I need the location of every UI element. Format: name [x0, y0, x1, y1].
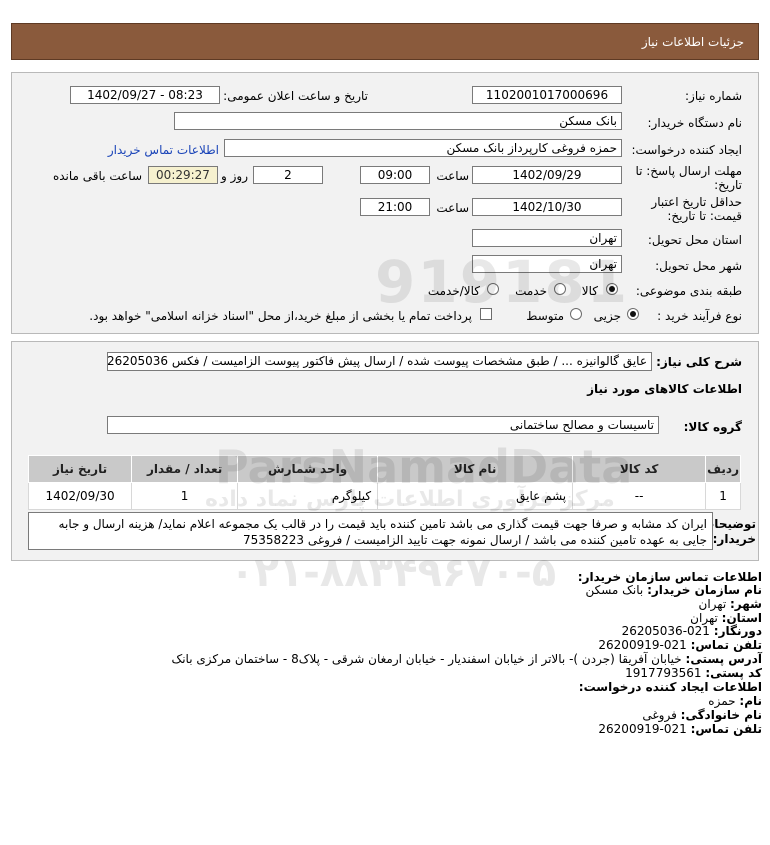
- page-title: جزئیات اطلاعات نیاز: [641, 35, 744, 49]
- buyer-org-field[interactable]: بانک مسکن: [174, 112, 622, 130]
- buyer-notes-label-2: خریدار:: [712, 532, 756, 546]
- treasury-payment-note: پرداخت تمام یا بخشی از مبلغ خرید،از محل …: [89, 309, 472, 323]
- process-medium-radio[interactable]: [570, 308, 582, 320]
- col-quantity: تعداد / مقدار: [131, 455, 239, 483]
- category-both-label: کالا/خدمت: [427, 284, 480, 298]
- category-service-radio[interactable]: [554, 283, 566, 295]
- announce-label: تاریخ و ساعت اعلان عمومی:: [223, 89, 368, 103]
- need-number-label: شماره نیاز:: [685, 89, 742, 103]
- col-goods-name: نام کالا: [377, 455, 574, 483]
- creator-heading: اطلاعات ایجاد کننده درخواست:: [578, 680, 762, 694]
- deadline-time-field[interactable]: 09:00: [360, 166, 430, 184]
- cell-goods-name: پشم عایق: [377, 482, 574, 510]
- contact-phone: تلفن تماس: 021-26200919: [598, 638, 762, 652]
- remaining-timer: 00:29:27: [148, 166, 218, 184]
- category-both-radio[interactable]: [487, 283, 499, 295]
- remaining-label: ساعت باقی مانده: [52, 169, 142, 183]
- goods-info-heading: اطلاعات کالاهای مورد نیاز: [587, 382, 742, 396]
- creator-phone: تلفن تماس: 021-26200919: [598, 722, 762, 736]
- process-medium-label: متوسط: [526, 309, 564, 323]
- category-label: طبقه بندی موضوعی:: [635, 284, 742, 298]
- summary-label: شرح کلی نیاز:: [656, 355, 742, 369]
- validity-time-field[interactable]: 21:00: [360, 198, 430, 216]
- validity-label-2: قیمت: تا تاریخ:: [667, 209, 742, 223]
- category-service-label: خدمت: [515, 284, 547, 298]
- validity-time-label: ساعت: [436, 201, 469, 215]
- province-field[interactable]: تهران: [472, 229, 622, 247]
- summary-field: عایق گالوانیزه ... / طبق مشخصات پیوست شد…: [107, 352, 652, 371]
- cell-unit: کیلوگرم: [237, 482, 379, 510]
- validity-date-field[interactable]: 1402/10/30: [472, 198, 622, 216]
- city-field[interactable]: تهران: [472, 255, 622, 273]
- contact-org: نام سازمان خریدار: بانک مسکن: [585, 583, 762, 597]
- cell-goods-code: --: [572, 482, 707, 510]
- cell-quantity: 1: [131, 482, 239, 510]
- category-goods-radio[interactable]: [606, 283, 618, 295]
- contact-fax: دورنگار: 021-26205036: [621, 624, 762, 638]
- city-label: شهر محل تحویل:: [655, 259, 742, 273]
- need-number-field[interactable]: 1102001017000696: [472, 86, 622, 104]
- col-need-date: تاریخ نیاز: [27, 455, 133, 483]
- cell-row-number: 1: [705, 482, 741, 510]
- goods-table: ردیف کد کالا نام کالا واحد شمارش تعداد /…: [27, 455, 741, 510]
- table-row: 1 -- پشم عایق کیلوگرم 1 1402/09/30: [27, 482, 741, 510]
- contact-postal: کد پستی: 1917793561: [625, 666, 762, 680]
- process-label: نوع فرآیند خرید :: [657, 309, 742, 323]
- deadline-label: مهلت ارسال پاسخ: تا: [635, 164, 742, 178]
- cell-need-date: 1402/09/30: [27, 482, 133, 510]
- col-unit: واحد شمارش: [237, 455, 379, 483]
- goods-table-header: ردیف کد کالا نام کالا واحد شمارش تعداد /…: [27, 455, 741, 483]
- page-header: جزئیات اطلاعات نیاز: [11, 23, 759, 60]
- province-label: استان محل تحویل:: [647, 233, 742, 247]
- deadline-time-label: ساعت: [436, 169, 469, 183]
- process-minor-label: جزیی: [593, 309, 621, 323]
- buyer-notes-field: ایران کد مشابه و صرفا جهت قیمت گذاری می …: [28, 512, 713, 550]
- contact-address: آدرس پستی: خیابان آفریقا (جردن )- بالاتر…: [171, 652, 762, 666]
- creator-family: نام خانوادگی: فروغی: [642, 708, 762, 722]
- buyer-contact-link[interactable]: اطلاعات تماس خریدار: [108, 143, 219, 157]
- col-row-number: ردیف: [705, 455, 741, 483]
- announce-field[interactable]: 1402/09/27 - 08:23: [70, 86, 220, 104]
- creator-field[interactable]: حمزه فروغی کارپرداز بانک مسکن: [224, 139, 622, 157]
- buyer-org-label: نام دستگاه خریدار:: [647, 116, 743, 130]
- category-goods-label: کالا: [581, 284, 598, 298]
- col-goods-code: کد کالا: [572, 455, 707, 483]
- creator-name: نام: حمزه: [708, 694, 762, 708]
- deadline-label-2: تاریخ:: [714, 178, 742, 192]
- process-minor-radio[interactable]: [627, 308, 639, 320]
- validity-label: حداقل تاریخ اعتبار: [651, 195, 742, 209]
- deadline-date-field[interactable]: 1402/09/29: [472, 166, 622, 184]
- days-label: روز و: [221, 169, 248, 183]
- days-field[interactable]: 2: [253, 166, 323, 184]
- goods-group-label: گروه کالا:: [683, 420, 742, 434]
- treasury-payment-checkbox[interactable]: [480, 308, 492, 320]
- contact-city: شهر: تهران: [698, 597, 762, 611]
- goods-group-field: تاسیسات و مصالح ساختمانی: [107, 416, 659, 434]
- creator-label: ایجاد کننده درخواست:: [631, 143, 742, 157]
